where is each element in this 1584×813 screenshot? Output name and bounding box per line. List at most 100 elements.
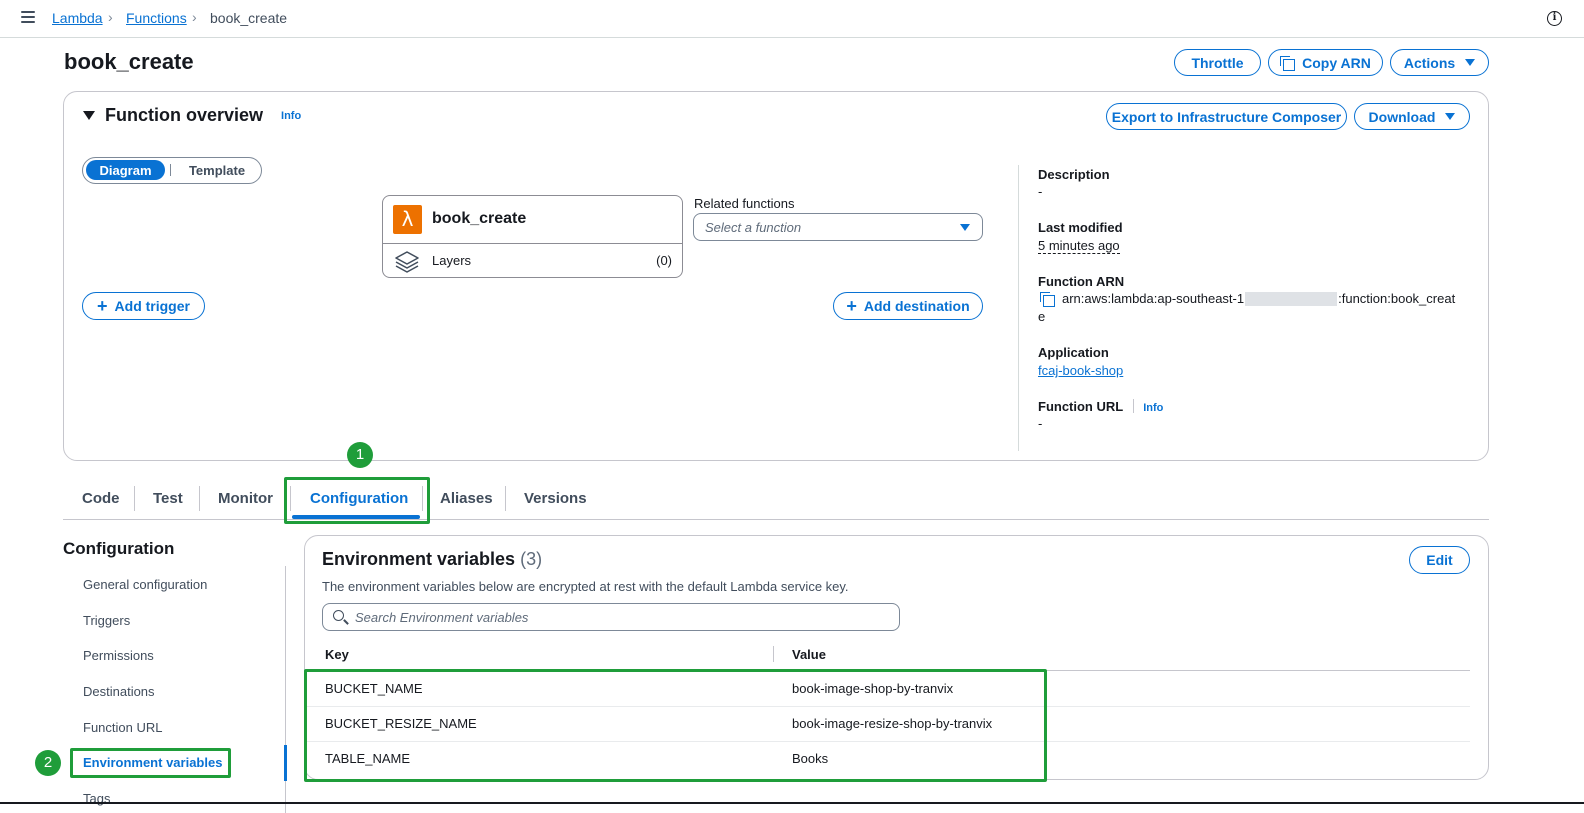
- lambda-icon: λ: [393, 205, 422, 234]
- tab-code[interactable]: Code: [82, 490, 120, 507]
- download-label: Download: [1368, 108, 1436, 125]
- tab-divider: [505, 486, 506, 511]
- step-1-badge: 1: [347, 442, 373, 468]
- related-functions-select[interactable]: Select a function: [693, 213, 983, 241]
- actions-button[interactable]: Actions: [1390, 49, 1489, 76]
- env-key-cell: BUCKET_NAME: [325, 681, 423, 696]
- last-modified-value[interactable]: 5 minutes ago: [1038, 238, 1120, 254]
- layers-label: Layers: [432, 253, 472, 268]
- sidebar-item-environment-variables[interactable]: Environment variables: [83, 755, 222, 770]
- table-header-line: [306, 670, 1470, 671]
- related-functions-label: Related functions: [694, 196, 795, 211]
- last-modified-label: Last modified: [1038, 220, 1123, 235]
- collapse-triangle-icon[interactable]: [83, 111, 95, 120]
- tabs-baseline: [63, 519, 1489, 520]
- function-overview-title: Function overview: [105, 105, 264, 125]
- application-label: Application: [1038, 345, 1109, 360]
- tab-divider: [134, 486, 135, 511]
- bottom-edge: [0, 802, 1584, 804]
- tab-divider: [290, 486, 291, 511]
- add-trigger-button[interactable]: + Add trigger: [82, 292, 205, 320]
- env-value-cell: Books: [792, 751, 829, 766]
- menu-icon[interactable]: [21, 11, 35, 23]
- function-url-info-link[interactable]: Info: [1143, 402, 1163, 414]
- edit-label: Edit: [1426, 552, 1453, 568]
- tab-configuration[interactable]: Configuration: [310, 490, 408, 507]
- tab-versions[interactable]: Versions: [524, 490, 587, 507]
- copy-icon[interactable]: [1040, 291, 1055, 307]
- actions-label: Actions: [1403, 54, 1456, 71]
- breadcrumb-lambda[interactable]: Lambda: [52, 10, 103, 26]
- sidebar-item-function-url[interactable]: Function URL: [83, 720, 162, 735]
- function-overview-header[interactable]: Function overview Info: [83, 105, 301, 126]
- throttle-button[interactable]: Throttle: [1174, 49, 1261, 76]
- redacted-account-id: [1245, 291, 1338, 306]
- related-functions-placeholder: Select a function: [705, 220, 802, 235]
- sidebar-item-destinations[interactable]: Destinations: [83, 684, 155, 699]
- view-toggle: Diagram Template: [82, 157, 262, 184]
- layers-icon: [395, 251, 419, 273]
- env-value-cell: book-image-resize-shop-by-tranvix: [792, 716, 993, 731]
- export-composer-button[interactable]: Export to Infrastructure Composer: [1106, 103, 1347, 130]
- function-url-value: -: [1038, 416, 1043, 431]
- tab-divider: [199, 486, 200, 511]
- copy-arn-label: Copy ARN: [1302, 54, 1371, 71]
- breadcrumb-current: book_create: [210, 10, 288, 26]
- top-navigation-bar: Lambda › Functions › book_create i: [0, 0, 1584, 38]
- env-key-cell: TABLE_NAME: [325, 751, 411, 766]
- function-card-name: book_create: [432, 210, 527, 227]
- edit-button[interactable]: Edit: [1409, 546, 1470, 574]
- sidebar-item-general-configuration[interactable]: General configuration: [83, 577, 207, 592]
- tab-monitor[interactable]: Monitor: [218, 490, 273, 507]
- env-description: The environment variables below are encr…: [322, 579, 849, 594]
- copy-arn-button[interactable]: Copy ARN: [1268, 49, 1383, 76]
- description-label: Description: [1038, 167, 1110, 182]
- caret-down-icon: [1445, 113, 1456, 120]
- copy-icon: [1280, 55, 1296, 71]
- breadcrumb-functions[interactable]: Functions: [126, 10, 187, 26]
- plus-icon: +: [846, 296, 857, 316]
- active-tab-indicator: [292, 515, 420, 519]
- template-toggle[interactable]: Template: [176, 158, 258, 182]
- env-title-text: Environment variables: [322, 549, 516, 569]
- add-destination-label: Add destination: [863, 298, 970, 314]
- download-button[interactable]: Download: [1354, 103, 1470, 130]
- column-header-value: Value: [792, 647, 826, 662]
- sidebar-item-triggers[interactable]: Triggers: [83, 613, 130, 628]
- tab-test[interactable]: Test: [153, 490, 183, 507]
- table-row-divider: [306, 741, 1470, 742]
- function-arn-value: arn:aws:lambda:ap-southeast-1 :function:…: [1040, 291, 1455, 307]
- add-destination-button[interactable]: + Add destination: [833, 292, 983, 320]
- application-link[interactable]: fcaj-book-shop: [1038, 363, 1123, 378]
- sidebar-title: Configuration: [63, 539, 175, 558]
- details-divider: [1018, 165, 1019, 451]
- card-divider: [383, 243, 682, 244]
- function-card[interactable]: λ book_create Layers (0): [382, 195, 683, 278]
- toggle-divider: [170, 164, 171, 176]
- env-search-input[interactable]: Search Environment variables: [322, 603, 900, 631]
- caret-down-icon: [1465, 59, 1476, 66]
- column-divider: [773, 646, 774, 662]
- plus-icon: +: [97, 296, 108, 316]
- arn-wrap: e: [1038, 309, 1046, 324]
- step-2-badge: 2: [35, 750, 61, 776]
- table-row-divider: [306, 706, 1470, 707]
- function-url-label-text: Function URL: [1038, 399, 1123, 414]
- env-panel-title: Environment variables (3): [322, 549, 542, 570]
- sidebar-item-permissions[interactable]: Permissions: [83, 648, 154, 663]
- tab-aliases[interactable]: Aliases: [440, 490, 493, 507]
- url-info-divider: [1132, 399, 1134, 413]
- env-search-placeholder: Search Environment variables: [355, 610, 529, 625]
- environment-variables-panel: [304, 535, 1489, 780]
- diagram-toggle[interactable]: Diagram: [86, 160, 165, 180]
- function-overview-panel: [63, 91, 1489, 461]
- page-title: book_create: [64, 49, 194, 74]
- chevron-right-icon: ›: [108, 9, 113, 25]
- arn-prefix: arn:aws:lambda:ap-southeast-1: [1062, 291, 1245, 306]
- add-trigger-label: Add trigger: [114, 298, 190, 314]
- caret-down-icon: [960, 224, 970, 231]
- chevron-right-icon: ›: [192, 9, 197, 25]
- overview-info-link[interactable]: Info: [281, 110, 301, 122]
- export-composer-label: Export to Infrastructure Composer: [1111, 108, 1342, 125]
- info-icon[interactable]: i: [1547, 11, 1562, 26]
